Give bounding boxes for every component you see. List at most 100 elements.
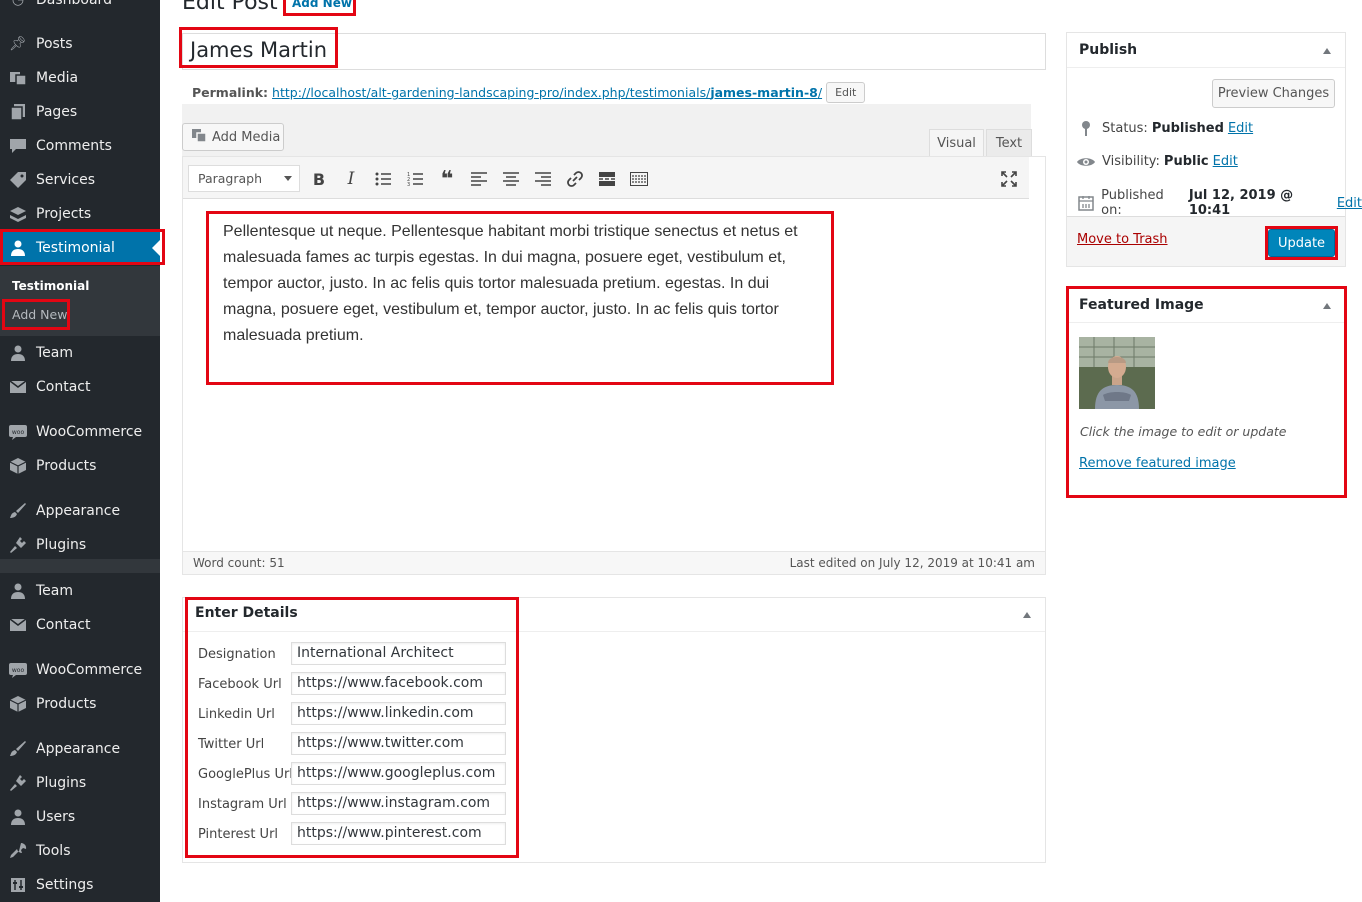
- status-label: Status:: [1102, 120, 1148, 136]
- sidebar-item-team-2[interactable]: Team: [0, 574, 160, 608]
- sidebar-item-woocommerce[interactable]: woo WooCommerce: [0, 415, 160, 449]
- comment-icon: [0, 138, 36, 154]
- instagram-url-label: Instagram Url: [198, 797, 287, 812]
- sidebar-item-settings[interactable]: Settings: [0, 868, 160, 902]
- sidebar-item-comments[interactable]: Comments: [0, 129, 160, 163]
- toolbar-toggle-icon[interactable]: [628, 168, 650, 190]
- sidebar-item-contact-2[interactable]: Contact: [0, 608, 160, 642]
- facebook-url-label: Facebook Url: [198, 677, 282, 692]
- bullet-list-icon[interactable]: [372, 168, 394, 190]
- numbered-list-icon[interactable]: 123: [404, 168, 426, 190]
- sidebar-item-testimonial[interactable]: Testimonial: [0, 231, 160, 265]
- googleplus-url-field[interactable]: https://www.googleplus.com: [291, 762, 506, 785]
- featured-image-thumbnail[interactable]: [1079, 337, 1155, 409]
- sidebar-item-posts[interactable]: 📌︎ Posts: [0, 27, 160, 61]
- add-new-button[interactable]: Add New: [292, 0, 352, 10]
- linkedin-url-field[interactable]: https://www.linkedin.com: [291, 702, 506, 725]
- visibility-value: Public: [1163, 154, 1209, 169]
- published-on-edit-link[interactable]: Edit: [1337, 196, 1362, 211]
- chevron-down-icon: [284, 176, 292, 181]
- enter-details-header[interactable]: [183, 598, 1045, 632]
- bold-icon[interactable]: B: [308, 168, 330, 190]
- enter-details-title: Enter Details: [195, 605, 298, 621]
- sidebar-item-plugins-2[interactable]: Plugins: [0, 766, 160, 800]
- instagram-url-field[interactable]: https://www.instagram.com: [291, 792, 506, 815]
- status-value: Published: [1151, 120, 1224, 136]
- eye-icon: [1076, 156, 1096, 168]
- user-icon: [0, 345, 36, 361]
- sidebar-item-services[interactable]: Services: [0, 163, 160, 197]
- read-more-icon[interactable]: [596, 168, 618, 190]
- twitter-url-label: Twitter Url: [198, 737, 265, 752]
- format-select[interactable]: Paragraph: [188, 165, 300, 192]
- collapse-arrow-icon[interactable]: [1323, 303, 1331, 309]
- permalink-link[interactable]: http://localhost/alt-gardening-landscapi…: [272, 85, 822, 100]
- sidebar-item-projects[interactable]: Projects: [0, 197, 160, 231]
- preview-changes-button[interactable]: Preview Changes: [1212, 79, 1335, 108]
- add-media-label: Add Media: [212, 129, 281, 145]
- sidebar-item-contact[interactable]: Contact: [0, 370, 160, 404]
- permalink-edit-button[interactable]: Edit: [826, 82, 866, 103]
- move-to-trash-link[interactable]: Move to Trash: [1077, 232, 1168, 247]
- googleplus-url-label: GooglePlus Url: [198, 767, 293, 782]
- sidebar-item-appearance-2[interactable]: Appearance: [0, 732, 160, 766]
- tab-text[interactable]: Text: [986, 129, 1032, 157]
- collapse-arrow-icon[interactable]: [1323, 48, 1331, 54]
- sidebar-item-pages[interactable]: Pages: [0, 95, 160, 129]
- sidebar-item-users[interactable]: Users: [0, 800, 160, 834]
- submenu-testimonial[interactable]: Testimonial: [12, 279, 89, 293]
- collapse-arrow-icon[interactable]: [1023, 612, 1031, 618]
- calendar-icon: [1076, 195, 1095, 211]
- sidebar-item-appearance[interactable]: Appearance: [0, 494, 160, 528]
- facebook-url-field[interactable]: https://www.facebook.com: [291, 672, 506, 695]
- published-on-value: Jul 12, 2019 @ 10:41: [1188, 188, 1294, 218]
- add-media-button[interactable]: Add Media: [182, 123, 284, 151]
- blockquote-icon[interactable]: ❝: [436, 167, 458, 192]
- sidebar-item-tools[interactable]: Tools: [0, 834, 160, 868]
- post-title-text: James Martin: [190, 38, 328, 62]
- twitter-url-field[interactable]: https://www.twitter.com: [291, 732, 506, 755]
- sidebar-item-products-2[interactable]: Products: [0, 687, 160, 721]
- sidebar-item-media[interactable]: Media: [0, 61, 160, 95]
- sidebar-item-woocommerce-2[interactable]: woo WooCommerce: [0, 653, 160, 687]
- featured-image-hint: Click the image to edit or update: [1080, 424, 1287, 439]
- sidebar-item-plugins[interactable]: Plugins: [0, 528, 160, 562]
- pinterest-url-field[interactable]: https://www.pinterest.com: [291, 822, 506, 845]
- pages-icon: [0, 104, 36, 120]
- permalink-slug: james-martin-8: [710, 85, 818, 100]
- italic-icon[interactable]: I: [340, 168, 362, 190]
- align-right-icon[interactable]: [532, 168, 554, 190]
- svg-text:woo: woo: [12, 667, 25, 674]
- permalink-label: Permalink:: [192, 85, 269, 100]
- admin-sidebar: ◔ Dashboard 📌︎ Posts Media Pages Comment…: [0, 0, 160, 902]
- fullscreen-icon[interactable]: [998, 168, 1020, 190]
- last-edited: Last edited on July 12, 2019 at 10:41 am: [789, 556, 1035, 570]
- submenu-add-new[interactable]: Add New: [12, 307, 67, 322]
- testimonial-submenu: Testimonial Add New: [0, 266, 160, 336]
- tab-visual[interactable]: Visual: [929, 129, 984, 157]
- designation-field[interactable]: International Architect: [291, 642, 506, 665]
- align-center-icon[interactable]: [500, 168, 522, 190]
- tag-icon: [0, 171, 36, 189]
- menu-separator: [0, 559, 160, 573]
- remove-featured-image-link[interactable]: Remove featured image: [1079, 456, 1236, 471]
- box-icon: [0, 695, 36, 713]
- woo-icon: woo: [0, 424, 36, 440]
- post-content[interactable]: Pellentesque ut neque. Pellentesque habi…: [223, 219, 818, 349]
- sidebar-item-products[interactable]: Products: [0, 449, 160, 483]
- active-menu-arrow: [152, 240, 160, 256]
- link-icon[interactable]: [564, 168, 586, 190]
- align-left-icon[interactable]: [468, 168, 490, 190]
- word-count: Word count: 51: [193, 556, 285, 570]
- pin-icon: [1076, 120, 1096, 136]
- update-button[interactable]: Update: [1268, 229, 1335, 257]
- permalink-row: Permalink: http://localhost/alt-gardenin…: [192, 82, 866, 103]
- visibility-label: Visibility:: [1102, 154, 1160, 169]
- status-edit-link[interactable]: Edit: [1228, 121, 1253, 136]
- user-icon: [0, 583, 36, 599]
- plugin-icon: [0, 536, 36, 554]
- visibility-edit-link[interactable]: Edit: [1213, 154, 1238, 169]
- sidebar-item-team[interactable]: Team: [0, 336, 160, 370]
- sidebar-item-dashboard[interactable]: ◔ Dashboard: [0, 0, 160, 17]
- portfolio-icon: [0, 206, 36, 222]
